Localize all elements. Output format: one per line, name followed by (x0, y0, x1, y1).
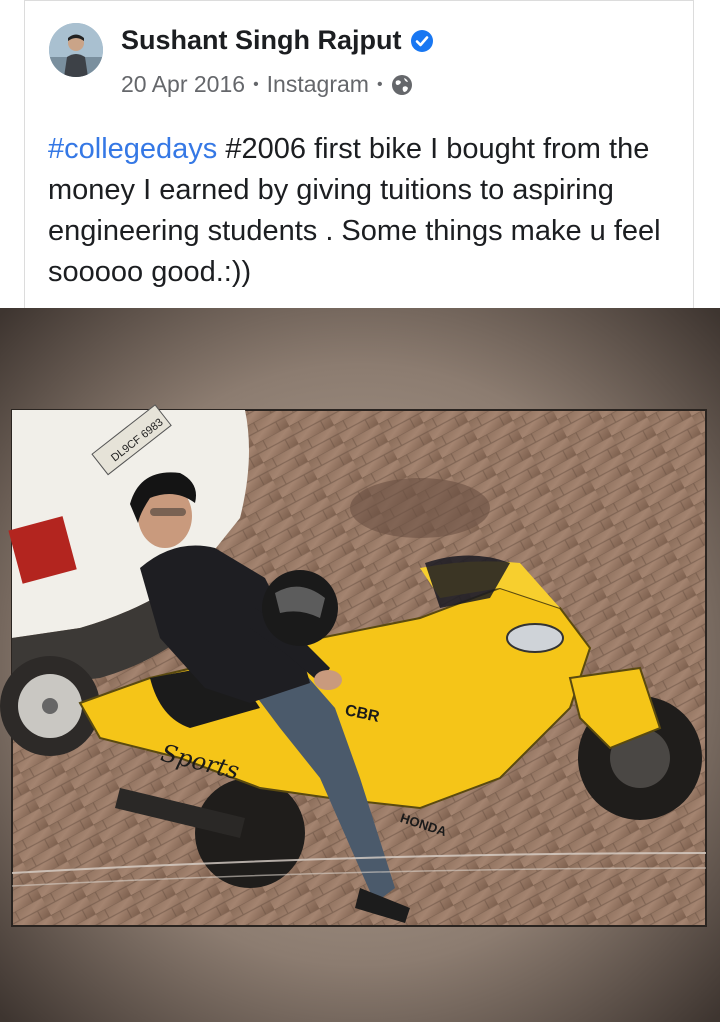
avatar[interactable] (49, 23, 103, 77)
post-source: Instagram (266, 71, 369, 97)
post-date[interactable]: 20 Apr 2016 (121, 71, 245, 98)
hashtag-link[interactable]: #collegedays (48, 133, 217, 165)
post-photo[interactable]: DL9CF 6983 HONDA Sports CBR (0, 308, 720, 1022)
author-name[interactable]: Sushant Singh Rajput (121, 25, 402, 56)
meta-separator: • (376, 75, 383, 93)
globe-icon[interactable] (391, 74, 413, 96)
meta-separator: • (253, 75, 259, 93)
verified-badge-icon (410, 29, 434, 53)
post-meta: 20 Apr 2016 • Instagram • (121, 71, 413, 98)
author-line: Sushant Singh Rajput (121, 25, 434, 56)
post-text: #collegedays #2006 first bike I bought f… (48, 129, 673, 293)
post-card: Sushant Singh Rajput 20 Apr 2016 • Insta… (24, 0, 694, 308)
photo-inner: DL9CF 6983 HONDA Sports CBR (0, 404, 707, 927)
